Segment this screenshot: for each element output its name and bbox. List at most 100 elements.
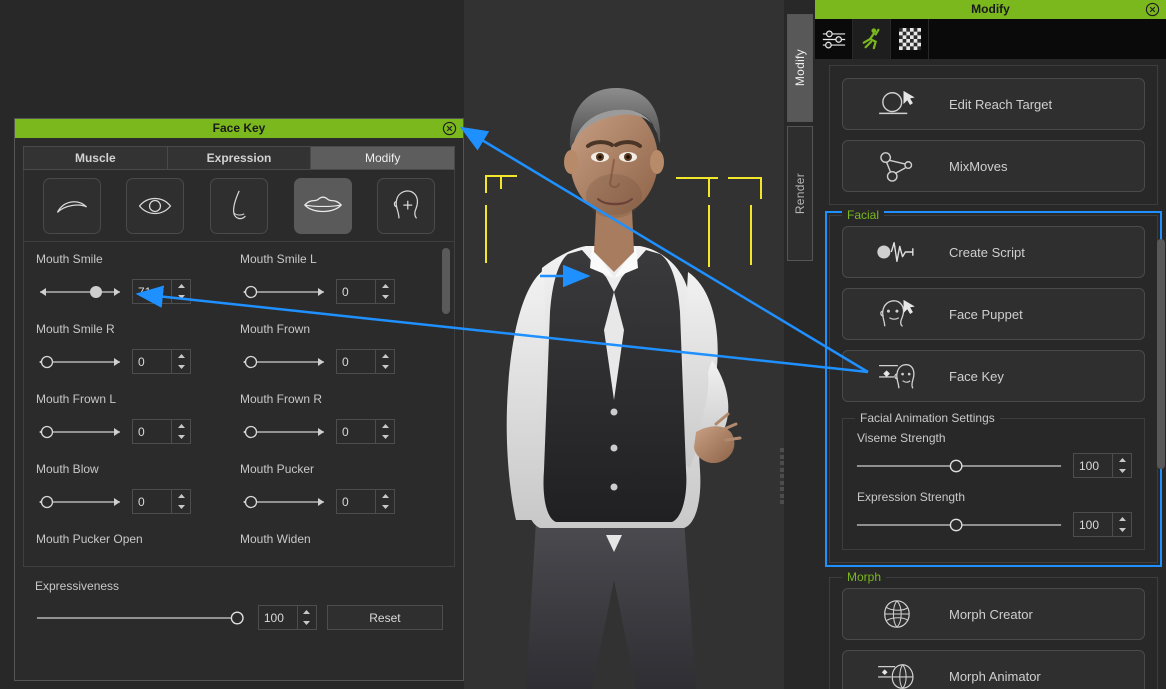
value-spinner[interactable] [336, 349, 395, 374]
modify-toolbar [815, 19, 1166, 59]
spinner-down-icon[interactable] [172, 432, 190, 444]
face-puppet-button[interactable]: Face Puppet [842, 288, 1145, 340]
spinner-down-icon[interactable] [376, 292, 394, 304]
close-circle-icon[interactable] [442, 121, 457, 136]
tab-modify[interactable]: Modify [310, 146, 456, 170]
spinner-up-icon[interactable] [1113, 513, 1131, 525]
slider-label: Mouth Smile [36, 252, 103, 266]
spinner-up-icon[interactable] [298, 606, 316, 618]
tab-muscle[interactable]: Muscle [23, 146, 167, 170]
scrollbar-thumb[interactable] [442, 248, 450, 314]
viseme-strength-label: Viseme Strength [857, 431, 946, 445]
slider-track[interactable] [36, 424, 124, 440]
slider-value-input[interactable] [133, 280, 171, 303]
viseme-strength-spinner[interactable] [1073, 453, 1132, 478]
spinner-down-icon[interactable] [376, 502, 394, 514]
close-circle-icon[interactable] [1145, 2, 1160, 17]
modify-scrollbar[interactable] [1157, 239, 1165, 689]
value-spinner[interactable] [132, 349, 191, 374]
edit-reach-target-button[interactable]: Edit Reach Target [842, 78, 1145, 130]
face-key-button[interactable]: Face Key [842, 350, 1145, 402]
sliders-icon[interactable] [815, 19, 853, 59]
modify-content: Edit Reach Target MixMoves Facial Create… [815, 59, 1166, 689]
expressiveness-input[interactable] [258, 606, 297, 629]
reset-button[interactable]: Reset [326, 605, 443, 630]
spinner-down-icon[interactable] [376, 362, 394, 374]
modify-title: Modify [971, 2, 1010, 16]
morph-key-icon [843, 660, 949, 689]
spinner-up-icon[interactable] [172, 490, 190, 502]
viseme-strength-slider[interactable] [855, 458, 1063, 474]
dock-tab-render[interactable]: Render [787, 126, 813, 261]
expression-strength-spinner[interactable] [1073, 512, 1132, 537]
scrollbar-thumb[interactable] [1157, 239, 1165, 469]
value-spinner[interactable] [132, 489, 191, 514]
slider-track[interactable] [240, 424, 328, 440]
slider-value-input[interactable] [337, 350, 375, 373]
facial-animation-settings-group: Facial Animation Settings Viseme Strengt… [842, 411, 1145, 550]
morph-animator-button[interactable]: Morph Animator [842, 650, 1145, 689]
value-spinner[interactable] [132, 419, 191, 444]
slider-track[interactable] [240, 284, 328, 300]
slider-value-input[interactable] [337, 420, 375, 443]
slider-track[interactable] [36, 284, 124, 300]
spinner-up-icon[interactable] [376, 490, 394, 502]
panel-drag-handle[interactable] [778, 448, 786, 504]
tab-expression[interactable]: Expression [166, 146, 311, 170]
selection-marker [676, 177, 718, 179]
selection-marker [760, 177, 762, 199]
slider-value-input[interactable] [133, 490, 171, 513]
mixmoves-button[interactable]: MixMoves [842, 140, 1145, 192]
spinner-down-icon[interactable] [172, 292, 190, 304]
spinner-down-icon[interactable] [172, 362, 190, 374]
eye-icon[interactable] [126, 177, 185, 234]
viseme-strength-input[interactable] [1074, 454, 1112, 477]
slider-track[interactable] [240, 354, 328, 370]
slider-value-input[interactable] [133, 420, 171, 443]
mouth-icon[interactable] [293, 177, 352, 234]
checkerboard-icon[interactable] [891, 19, 929, 59]
slider-value-input[interactable] [337, 280, 375, 303]
button-label: Create Script [949, 244, 1025, 260]
create-script-button[interactable]: Create Script [842, 226, 1145, 278]
spinner-down-icon[interactable] [1113, 466, 1131, 478]
slider-track[interactable] [240, 494, 328, 510]
expressiveness-slider[interactable] [35, 610, 248, 626]
spinner-up-icon[interactable] [172, 420, 190, 432]
spinner-up-icon[interactable] [376, 350, 394, 362]
value-spinner[interactable] [132, 279, 191, 304]
slider-label: Mouth Blow [36, 462, 99, 476]
dock-tab-modify[interactable]: Modify [787, 14, 813, 122]
eyebrow-icon[interactable] [42, 177, 101, 234]
slider-value-input[interactable] [133, 350, 171, 373]
spinner-up-icon[interactable] [1113, 454, 1131, 466]
slider-value-input[interactable] [337, 490, 375, 513]
button-label: MixMoves [949, 158, 1008, 174]
value-spinner[interactable] [336, 279, 395, 304]
slider-track[interactable] [36, 494, 124, 510]
expressiveness-label: Expressiveness [35, 579, 120, 593]
value-spinner[interactable] [336, 419, 395, 444]
expression-strength-slider[interactable] [855, 517, 1063, 533]
motion-person-icon[interactable] [853, 19, 891, 59]
spinner-up-icon[interactable] [172, 350, 190, 362]
nose-icon[interactable] [209, 177, 268, 234]
viewport-3d[interactable] [464, 0, 784, 689]
spinner-down-icon[interactable] [376, 432, 394, 444]
slider-list-scrollbar[interactable] [442, 248, 450, 558]
expressiveness-spinner[interactable] [257, 605, 317, 630]
spinner-down-icon[interactable] [298, 618, 316, 630]
spinner-up-icon[interactable] [376, 420, 394, 432]
value-spinner[interactable] [336, 489, 395, 514]
head-add-icon[interactable] [377, 177, 436, 234]
morph-creator-button[interactable]: Morph Creator [842, 588, 1145, 640]
expression-strength-input[interactable] [1074, 513, 1112, 536]
spinner-up-icon[interactable] [376, 280, 394, 292]
slider-track[interactable] [36, 354, 124, 370]
face-part-selector [23, 170, 455, 242]
selection-marker [708, 177, 710, 197]
spinner-down-icon[interactable] [1113, 525, 1131, 537]
spinner-down-icon[interactable] [172, 502, 190, 514]
spinner-up-icon[interactable] [172, 280, 190, 292]
button-label: Edit Reach Target [949, 96, 1053, 112]
